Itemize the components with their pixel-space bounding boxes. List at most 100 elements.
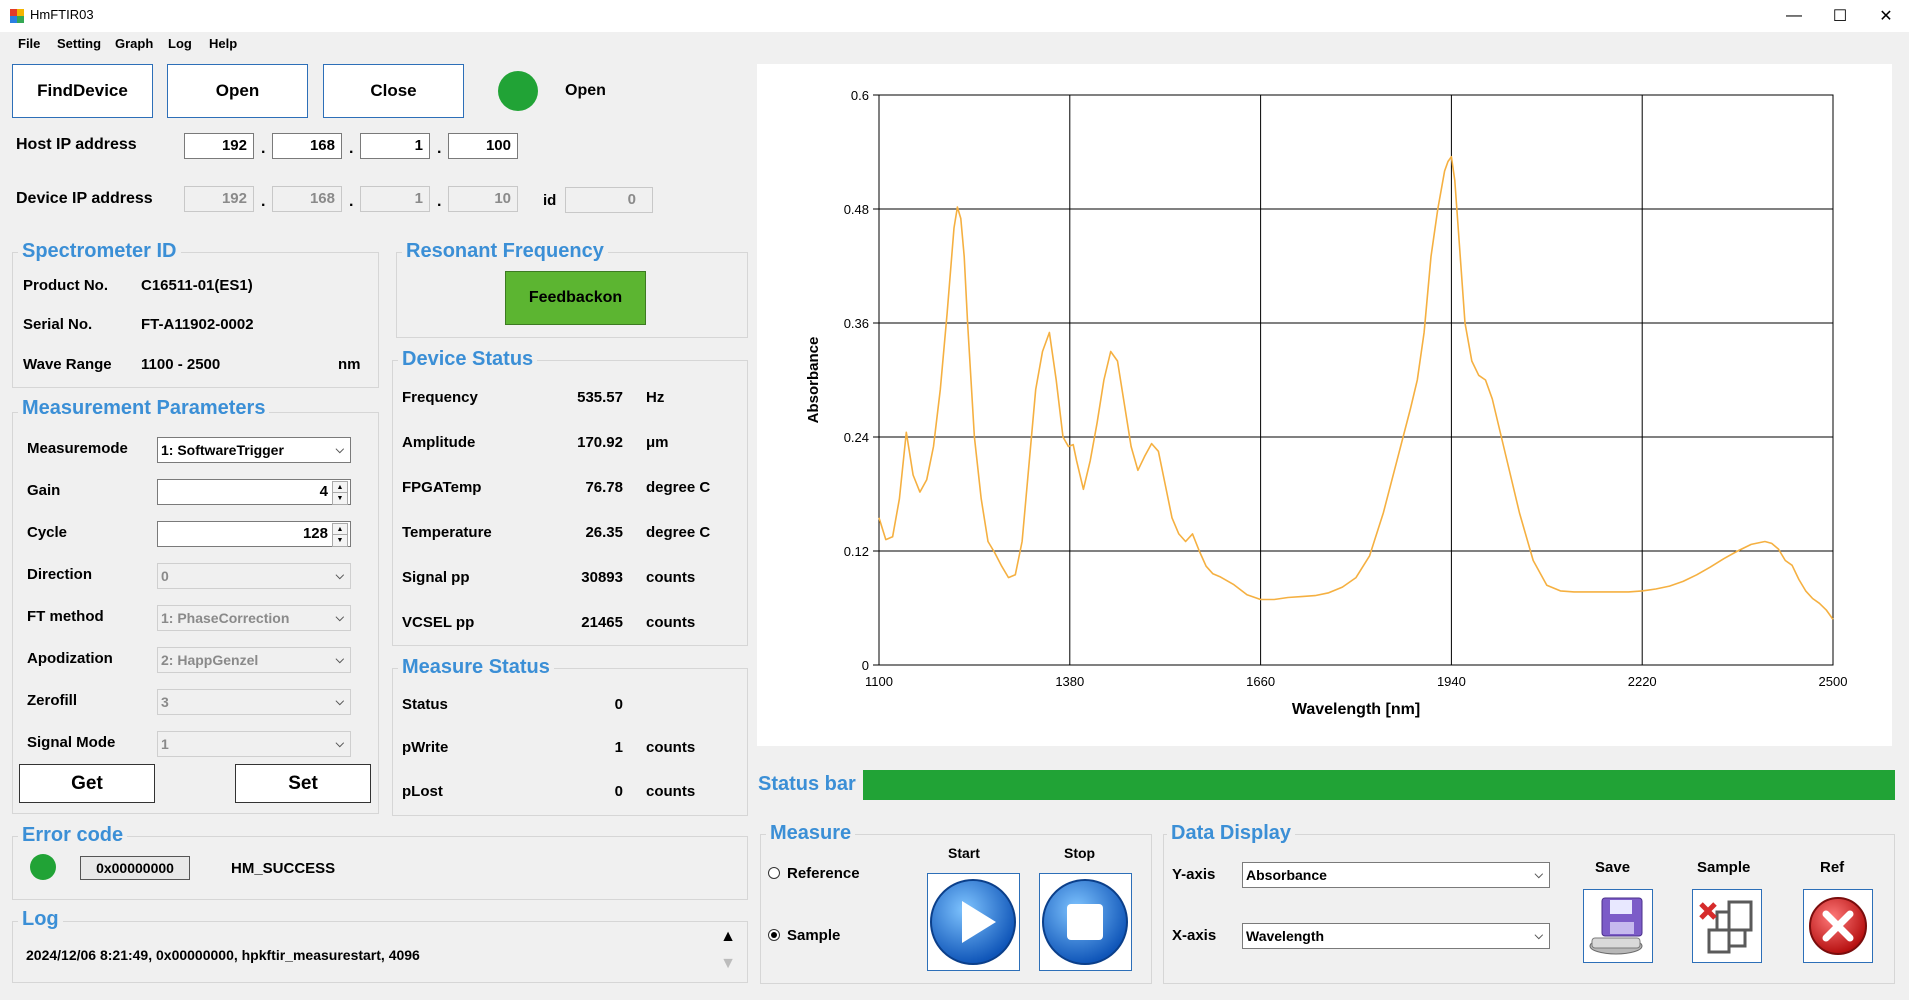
signal-mode-value: 1 (161, 736, 169, 752)
sample-label[interactable]: Sample (787, 927, 840, 944)
start-button[interactable] (927, 873, 1020, 971)
chevron-down-icon: ⌵ (335, 612, 344, 624)
amplitude-unit: μm (646, 434, 669, 451)
device-status-title: Device Status (398, 348, 538, 371)
start-label: Start (948, 845, 980, 861)
vcsel-pp-unit: counts (646, 614, 696, 631)
x-tick-label: 1940 (1437, 674, 1466, 689)
stop-button[interactable] (1039, 873, 1132, 971)
reference-label[interactable]: Reference (787, 865, 860, 882)
reference-radio[interactable] (768, 867, 780, 879)
menu-setting[interactable]: Setting (57, 36, 101, 51)
status-progress-track (863, 770, 1895, 800)
pwrite-value: 1 (614, 739, 623, 756)
y-axis-select[interactable]: Absorbance ⌵ (1242, 862, 1550, 888)
x-axis-select[interactable]: Wavelength ⌵ (1242, 923, 1550, 949)
amplitude-label: Amplitude (402, 434, 476, 451)
device-ip-octet-4: 10 (448, 186, 518, 212)
spectrum-plot[interactable]: 1100 1380 1660 1940 2220 2500 0 0.12 0.24 0.36 0.4… (757, 64, 1892, 746)
get-button[interactable]: Get (19, 764, 155, 803)
amplitude-value: 170.92 (577, 434, 623, 451)
menu-bar: File Setting Graph Log Help (0, 32, 760, 56)
host-ip-octet-4[interactable]: 100 (448, 133, 518, 159)
device-ip-label: Device IP address (16, 190, 153, 207)
signal-pp-value: 30893 (581, 569, 623, 586)
x-tick-label: 1380 (1055, 674, 1084, 689)
device-ip-octet-1: 192 (184, 186, 254, 212)
cycle-value: 128 (302, 525, 328, 542)
maximize-button[interactable]: ☐ (1817, 0, 1863, 32)
ref-label: Ref (1820, 859, 1845, 876)
ip-separator: . (349, 193, 354, 210)
ip-separator: . (261, 193, 266, 210)
device-id-spinner: 0 (565, 187, 653, 213)
floppy-disk-icon (1589, 897, 1643, 955)
signal-pp-unit: counts (646, 569, 696, 586)
chevron-down-icon: ⌵ (335, 738, 344, 750)
error-code-title: Error code (18, 824, 128, 847)
temperature-label: Temperature (402, 524, 492, 541)
measuremode-select[interactable]: 1: SoftwareTrigger ⌵ (157, 437, 351, 463)
status-label: Status (402, 696, 448, 713)
sample-radio[interactable] (768, 929, 780, 941)
menu-log[interactable]: Log (168, 36, 192, 51)
apodization-select: 2: HappGenzel ⌵ (157, 647, 351, 673)
y-axis-select-value: Absorbance (1246, 867, 1327, 883)
menu-help[interactable]: Help (209, 36, 237, 51)
sample-save-button[interactable] (1692, 889, 1762, 963)
device-ip-octet-3: 1 (360, 186, 430, 212)
signal-pp-label: Signal pp (402, 569, 470, 586)
measurement-parameters-title: Measurement Parameters (18, 397, 270, 420)
save-button[interactable] (1583, 889, 1653, 963)
close-window-button[interactable]: ✕ (1863, 0, 1909, 32)
temperature-unit: degree C (646, 524, 711, 541)
plost-value: 0 (614, 783, 623, 800)
ip-separator: . (437, 193, 442, 210)
y-axis-label: Y-axis (1172, 866, 1216, 883)
host-ip-octet-2[interactable]: 168 (272, 133, 342, 159)
spin-down-icon[interactable]: ▼ (332, 492, 348, 505)
param-label-signal-mode: Signal Mode (27, 734, 116, 751)
cycle-spinner[interactable]: 128 ▲ ▼ (157, 521, 351, 547)
ip-separator: . (437, 140, 442, 157)
chevron-down-icon: ⌵ (335, 570, 344, 582)
ft-method-value: 1: PhaseCorrection (161, 610, 290, 626)
frequency-unit: Hz (646, 389, 665, 406)
param-label-gain: Gain (27, 482, 61, 499)
menu-file[interactable]: File (18, 36, 40, 51)
error-status-indicator (30, 854, 56, 880)
log-scroll-down-icon[interactable]: ▼ (718, 954, 738, 974)
open-button[interactable]: Open (167, 64, 308, 118)
menu-graph[interactable]: Graph (115, 36, 153, 51)
measure-title: Measure (766, 822, 856, 845)
set-button[interactable]: Set (235, 764, 371, 803)
chevron-down-icon: ⌵ (1534, 930, 1543, 942)
host-ip-octet-1[interactable]: 192 (184, 133, 254, 159)
find-device-button[interactable]: FindDevice (12, 64, 153, 118)
x-tick-label: 1660 (1246, 674, 1275, 689)
absorbance-series-line (878, 155, 1834, 620)
close-button[interactable]: Close (323, 64, 464, 118)
device-ip-octet-2: 168 (272, 186, 342, 212)
feedbackon-button[interactable]: Feedbackon (505, 271, 646, 325)
spin-down-icon[interactable]: ▼ (332, 534, 348, 547)
vcsel-pp-label: VCSEL pp (402, 614, 475, 631)
log-scroll-up-icon[interactable]: ▲ (718, 927, 738, 947)
y-axis-title: Absorbance (805, 337, 822, 424)
direction-select: 0 ⌵ (157, 563, 351, 589)
ref-button[interactable] (1803, 889, 1873, 963)
chevron-down-icon: ⌵ (1534, 869, 1543, 881)
plot-frame (878, 94, 1834, 666)
plost-unit: counts (646, 783, 696, 800)
signal-mode-select: 1 ⌵ (157, 731, 351, 757)
gain-spinner[interactable]: 4 ▲ ▼ (157, 479, 351, 505)
status-value: 0 (614, 696, 623, 713)
log-entry: 2024/12/06 8:21:49, 0x00000000, hpkftir_… (26, 947, 420, 963)
gain-value: 4 (319, 483, 328, 500)
wave-range-value: 1100 - 2500 (141, 356, 221, 373)
minimize-button[interactable]: — (1771, 0, 1817, 32)
y-tick-label: 0.36 (844, 316, 869, 331)
host-ip-octet-3[interactable]: 1 (360, 133, 430, 159)
sample-save-label: Sample (1697, 859, 1751, 876)
x-tick-label: 2500 (1819, 674, 1848, 689)
